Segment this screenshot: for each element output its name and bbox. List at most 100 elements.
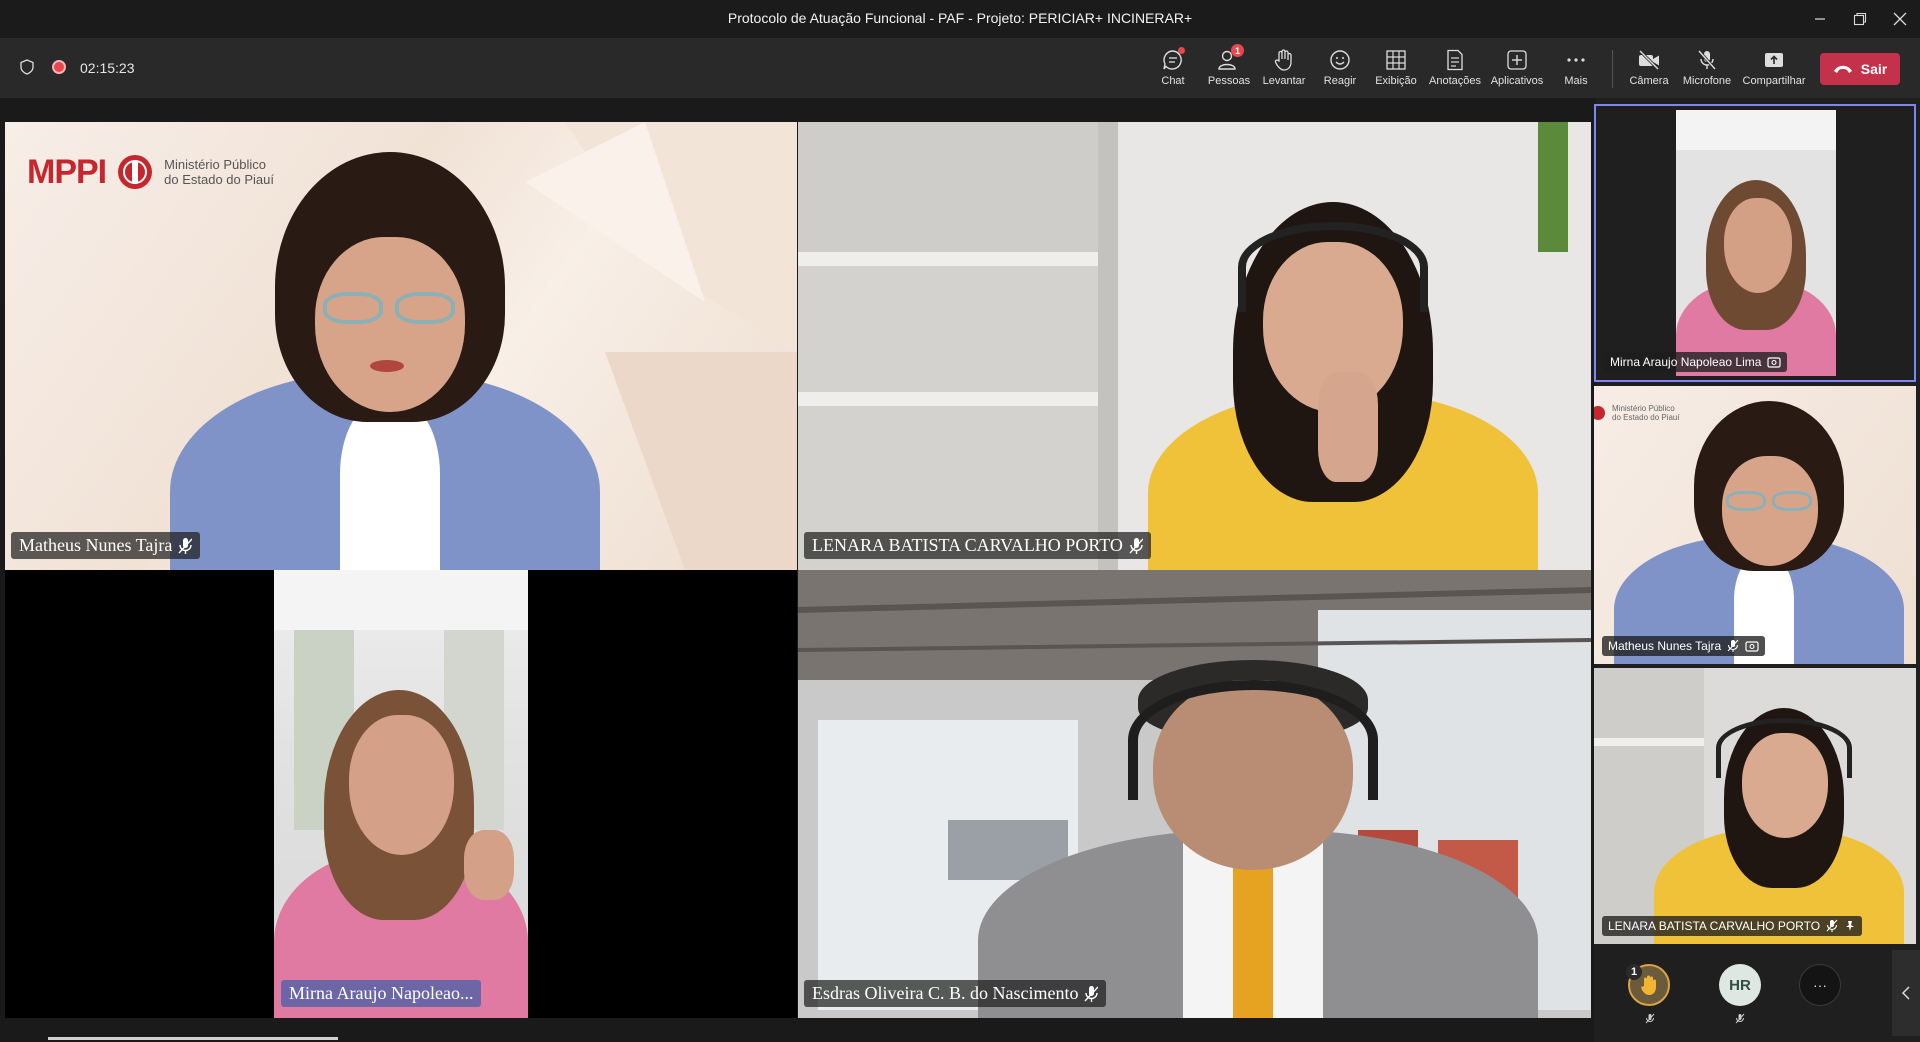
side-name-tag-matheus: Matheus Nunes Tajra xyxy=(1602,636,1766,656)
bottom-scrollbar[interactable] xyxy=(48,1037,338,1040)
camera-label: Câmera xyxy=(1629,75,1669,87)
apps-button[interactable]: Aplicativos xyxy=(1486,48,1548,94)
mic-muted-icon xyxy=(1645,1013,1655,1024)
chat-label: Chat xyxy=(1161,75,1185,87)
raise-hand-button[interactable]: Levantar xyxy=(1253,48,1315,94)
share-button[interactable]: Compartilhar xyxy=(1743,48,1805,94)
raise-hand-label: Levantar xyxy=(1262,75,1306,87)
mppi-seal-icon xyxy=(1594,406,1605,420)
name-tag-lenara: LENARA BATISTA CARVALHO PORTO xyxy=(804,532,1151,559)
toolbar-divider xyxy=(1612,50,1613,88)
people-button[interactable]: 1 Pessoas xyxy=(1198,44,1260,94)
chat-button[interactable]: Chat xyxy=(1142,47,1204,94)
participant-name: Mirna Araujo Napoleao Lima xyxy=(1610,355,1762,369)
mic-muted-icon xyxy=(1084,985,1099,1002)
more-dots-icon xyxy=(1567,58,1585,62)
participant-name: LENARA BATISTA CARVALHO PORTO xyxy=(1608,919,1821,933)
leave-button[interactable]: Sair xyxy=(1820,53,1900,85)
participant-video-lenara xyxy=(1138,202,1538,570)
notes-button[interactable]: Anotações xyxy=(1424,48,1486,94)
video-tile-matheus[interactable]: MPPI Ministério Público do Estado do Pia… xyxy=(5,122,797,570)
side-name-tag-lenara: LENARA BATISTA CARVALHO PORTO xyxy=(1602,916,1863,936)
video-tile-esdras[interactable]: Esdras Oliveira C. B. do Nascimento xyxy=(798,570,1591,1018)
participant-video-matheus-small xyxy=(1614,396,1914,664)
notes-label: Anotações xyxy=(1429,75,1481,87)
hang-up-icon xyxy=(1833,65,1852,73)
microphone-off-icon xyxy=(1697,50,1717,70)
participant-video-matheus xyxy=(155,142,615,570)
chat-unread-dot xyxy=(1178,47,1185,54)
apps-label: Aplicativos xyxy=(1490,75,1544,87)
raise-hand-icon xyxy=(1274,49,1292,71)
mic-muted-icon xyxy=(1735,1013,1745,1024)
name-tag-mirna: Mirna Araujo Napoleao... xyxy=(281,980,482,1007)
share-label: Compartilhar xyxy=(1742,75,1806,87)
view-button[interactable]: Exibição xyxy=(1365,48,1427,94)
leave-label: Sair xyxy=(1860,61,1888,77)
pin-video-icon xyxy=(1767,357,1782,368)
react-label: Reagir xyxy=(1323,75,1357,87)
microphone-label: Microfone xyxy=(1682,75,1732,87)
close-icon xyxy=(1893,12,1907,26)
grid-icon xyxy=(1386,50,1406,70)
restore-button[interactable] xyxy=(1840,0,1880,38)
window-titlebar: Protocolo de Atuação Funcional - PAF - P… xyxy=(0,0,1920,38)
minimize-icon xyxy=(1815,18,1825,20)
attendee-avatar-hr[interactable]: HR xyxy=(1719,964,1761,1006)
more-attendees-label: ··· xyxy=(1813,977,1827,993)
mppi-seal-icon xyxy=(118,155,153,189)
more-attendees-button[interactable]: ··· xyxy=(1799,964,1841,1006)
avatar-initials: HR xyxy=(1729,976,1751,994)
participant-name: LENARA BATISTA CARVALHO PORTO xyxy=(812,535,1123,555)
raised-hand-icon xyxy=(1641,975,1656,995)
view-label: Exibição xyxy=(1375,75,1417,87)
pin-icon xyxy=(1846,921,1855,931)
share-screen-icon xyxy=(1765,53,1783,67)
camera-button[interactable]: Câmera xyxy=(1618,48,1680,94)
window-title: Protocolo de Atuação Funcional - PAF - P… xyxy=(727,10,1193,26)
participant-video-mirna xyxy=(274,570,528,1018)
mic-muted-icon xyxy=(1727,639,1739,652)
participant-video-esdras xyxy=(978,660,1538,1018)
name-tag-esdras: Esdras Oliveira C. B. do Nascimento xyxy=(804,980,1107,1007)
minimize-button[interactable] xyxy=(1800,0,1840,38)
mic-muted-icon xyxy=(1826,919,1838,932)
people-label: Pessoas xyxy=(1207,75,1251,87)
collapse-roster-button[interactable] xyxy=(1892,950,1920,1036)
participant-video-mirna-small xyxy=(1676,110,1836,376)
participant-name: Mirna Araujo Napoleao... xyxy=(289,983,474,1003)
mppi-logo-text: MPPI xyxy=(27,152,107,191)
mic-muted-icon xyxy=(1129,537,1143,554)
meeting-timer: 02:15:23 xyxy=(80,60,135,76)
participant-name: Matheus Nunes Tajra xyxy=(19,535,173,555)
recording-indicator xyxy=(52,60,66,74)
close-window-button[interactable] xyxy=(1880,0,1920,38)
chevron-left-icon xyxy=(1901,986,1910,1000)
smiley-icon xyxy=(1330,50,1350,70)
shield-icon xyxy=(20,59,34,75)
react-button[interactable]: Reagir xyxy=(1309,48,1371,94)
mic-muted-icon xyxy=(178,537,193,554)
side-tile-matheus[interactable]: Ministério Público do Estado do Piauí Ma… xyxy=(1594,386,1916,664)
more-label: Mais xyxy=(1564,75,1588,87)
video-tile-lenara[interactable]: LENARA BATISTA CARVALHO PORTO xyxy=(798,122,1591,570)
side-name-tag-mirna: Mirna Araujo Napoleao Lima xyxy=(1604,352,1788,372)
side-tile-lenara[interactable]: LENARA BATISTA CARVALHO PORTO xyxy=(1594,668,1916,944)
video-tile-mirna[interactable]: Mirna Araujo Napoleao... xyxy=(5,570,797,1018)
apps-plus-icon xyxy=(1507,50,1527,70)
hand-count: 1 xyxy=(1626,964,1642,980)
attendee-avatar-hand-raised[interactable]: 1 xyxy=(1626,964,1670,1006)
attendee-strip: 1 HR ··· xyxy=(1594,944,1920,1042)
side-tile-mirna[interactable]: Mirna Araujo Napoleao Lima xyxy=(1594,104,1916,382)
restore-icon xyxy=(1853,12,1867,26)
meeting-toolbar: 02:15:23 Chat 1 Pessoas Levantar Reagir … xyxy=(0,38,1920,98)
participant-video-lenara-small xyxy=(1654,708,1904,944)
people-badge: 1 xyxy=(1231,44,1244,57)
more-button[interactable]: Mais xyxy=(1545,48,1607,94)
microphone-button[interactable]: Microfone xyxy=(1676,48,1738,94)
camera-off-icon xyxy=(1638,49,1660,71)
participant-name: Esdras Oliveira C. B. do Nascimento xyxy=(812,983,1079,1003)
name-tag-matheus: Matheus Nunes Tajra xyxy=(11,532,201,559)
pin-video-icon xyxy=(1745,641,1759,652)
video-stage: MPPI Ministério Público do Estado do Pia… xyxy=(0,98,1596,1042)
